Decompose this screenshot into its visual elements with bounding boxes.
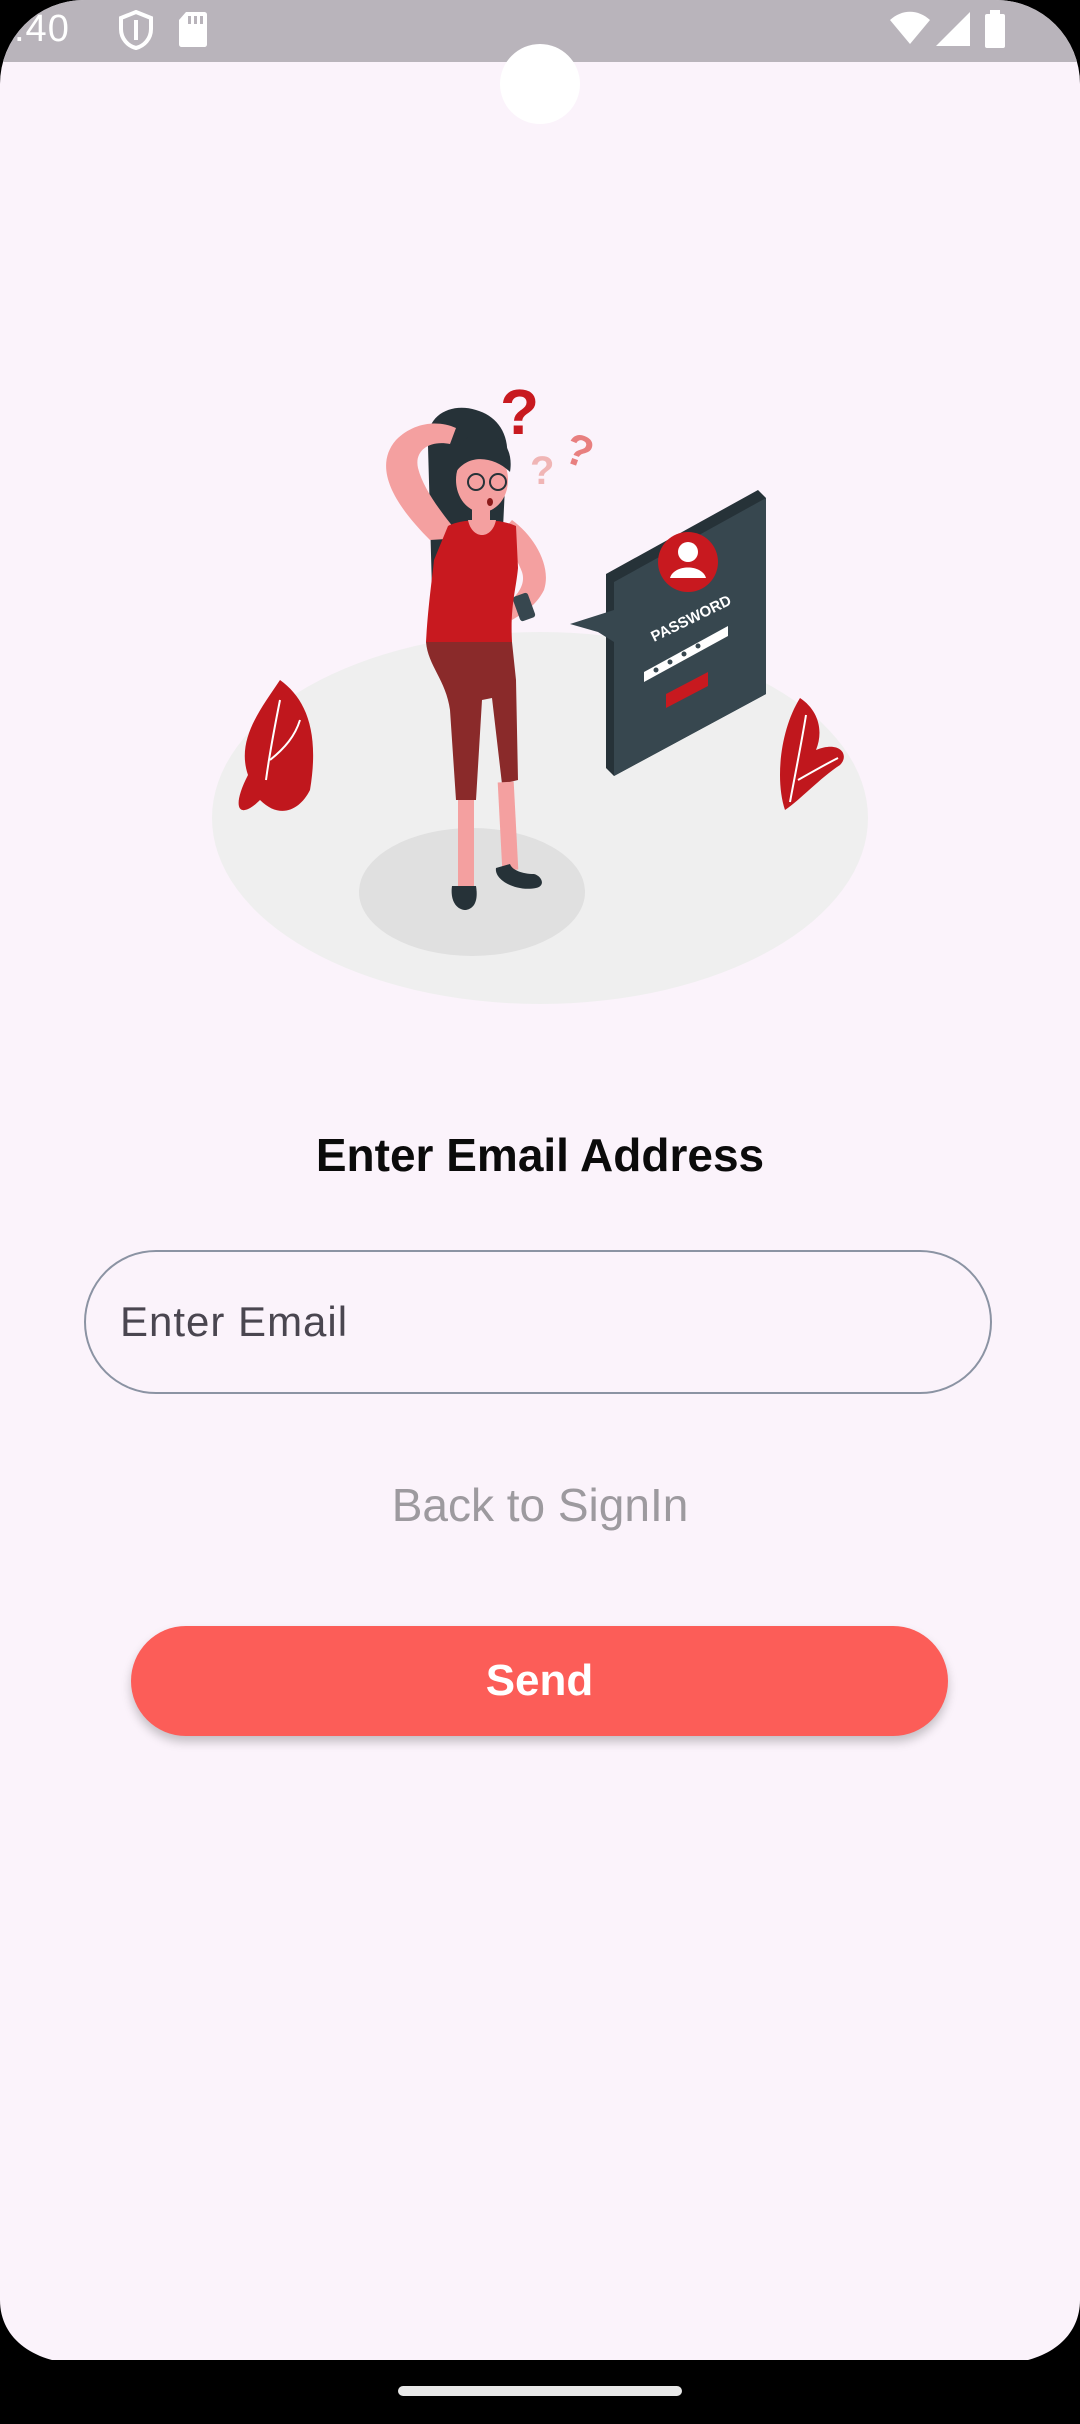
app-screen: :40 PASSWORD ? ? ? Enter Email Address E…: [0, 0, 1080, 2424]
question-mark-icon: ?: [500, 380, 539, 448]
camera-cutout: [500, 44, 580, 124]
email-input[interactable]: [118, 1297, 958, 1347]
sd-card-icon: [179, 12, 207, 47]
signal-icon: [936, 12, 970, 46]
battery-icon: [985, 10, 1005, 48]
screen-corner-left: [0, 2300, 84, 2364]
status-time: :40: [14, 8, 70, 50]
forgot-password-illustration: PASSWORD ? ? ?: [212, 380, 868, 1004]
email-field[interactable]: [84, 1250, 992, 1394]
ground-ellipse: [212, 632, 868, 1004]
question-mark-icon: ?: [530, 449, 554, 493]
screen-corner-right: [996, 2300, 1080, 2364]
wifi-icon: [890, 11, 930, 44]
back-to-signin-link[interactable]: Back to SignIn: [0, 1478, 1080, 1532]
page-title: Enter Email Address: [315, 1129, 765, 1181]
send-button[interactable]: Send: [131, 1626, 948, 1736]
question-mark-icon: ?: [558, 424, 600, 479]
home-gesture-handle[interactable]: [398, 2386, 682, 2396]
shield-icon: [119, 10, 153, 50]
